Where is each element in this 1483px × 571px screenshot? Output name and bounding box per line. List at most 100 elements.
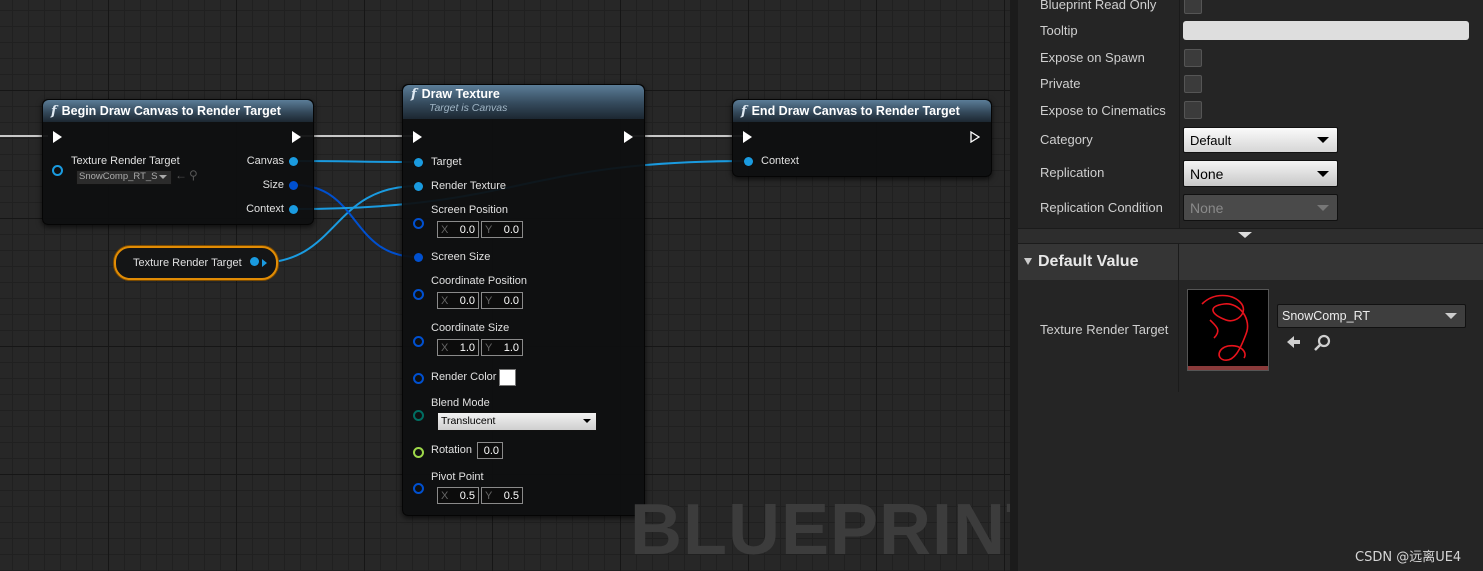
replication-dropdown[interactable]: None <box>1183 160 1338 187</box>
render-texture-pin-label: Render Texture <box>431 180 507 192</box>
render-texture-pin[interactable] <box>414 182 423 191</box>
pivot-point-pin[interactable] <box>413 483 424 494</box>
context-pin[interactable] <box>744 157 753 166</box>
exec-out-pin[interactable] <box>624 131 633 143</box>
screen-position-x-field[interactable]: X 0.0 <box>437 221 479 238</box>
category-label: Category <box>1040 132 1093 147</box>
value: 0.0 <box>503 294 519 307</box>
node-title: End Draw Canvas to Render Target <box>751 104 960 118</box>
variable-label: Texture Render Target <box>133 257 242 269</box>
blend-mode-pin[interactable] <box>413 410 424 421</box>
private-label: Private <box>1040 76 1081 91</box>
pin-label: Texture Render Target <box>71 155 180 167</box>
rotation-field[interactable]: 0.0 <box>477 442 503 459</box>
pivot-point-label: Pivot Point <box>431 471 484 483</box>
axis-x: X <box>441 223 449 236</box>
blueprint-graph[interactable]: f Begin Draw Canvas to Render Target Tex… <box>0 0 1010 571</box>
node-header: f End Draw Canvas to Render Target <box>733 100 991 122</box>
render-color-label: Render Color <box>431 371 497 383</box>
size-pin-label: Size <box>262 179 284 191</box>
replication-condition-dropdown[interactable]: None <box>1183 194 1338 221</box>
texture-preview-image <box>1201 294 1249 361</box>
coordinate-position-x-field[interactable]: X 0.0 <box>437 292 479 309</box>
screen-position-y-field[interactable]: Y 0.0 <box>481 221 523 238</box>
chevron-down-icon <box>1445 313 1457 319</box>
expose-to-cinematics-label: Expose to Cinematics <box>1040 103 1166 118</box>
node-header: f Begin Draw Canvas to Render Target <box>43 100 313 122</box>
context-pin-label: Context <box>246 203 284 215</box>
category-value: Default <box>1190 132 1232 148</box>
variable-output-pin[interactable] <box>250 257 259 266</box>
replication-label: Replication <box>1040 165 1105 180</box>
texture-render-target-pin[interactable] <box>52 165 63 176</box>
begin-draw-canvas-node[interactable]: f Begin Draw Canvas to Render Target Tex… <box>42 99 314 225</box>
size-pin[interactable] <box>289 181 298 190</box>
coordinate-position-y-field[interactable]: Y 0.0 <box>481 292 523 309</box>
function-icon: f <box>741 103 747 119</box>
blueprint-read-only-checkbox[interactable] <box>1184 0 1202 14</box>
exec-out-pin[interactable] <box>292 131 301 143</box>
expose-to-cinematics-checkbox[interactable] <box>1184 101 1202 119</box>
pivot-point-x-field[interactable]: X 0.5 <box>437 487 479 504</box>
canvas-pin-label: Canvas <box>246 155 284 167</box>
texture-asset-combo[interactable]: SnowComp_RT <box>1277 304 1466 328</box>
coordinate-size-pin[interactable] <box>413 336 424 347</box>
value: 1.0 <box>503 341 519 354</box>
value: 0.0 <box>503 223 519 236</box>
value: 0.5 <box>459 489 475 502</box>
draw-texture-node[interactable]: f Draw Texture Target is Canvas Target Re… <box>402 84 645 516</box>
pivot-point-y-field[interactable]: Y 0.5 <box>481 487 523 504</box>
render-color-pin[interactable] <box>413 373 424 384</box>
context-pin[interactable] <box>289 205 298 214</box>
coordinate-size-y-field[interactable]: Y 1.0 <box>481 339 523 356</box>
blend-mode-label: Blend Mode <box>431 397 490 409</box>
replication-condition-label: Replication Condition <box>1040 200 1163 215</box>
texture-thumbnail[interactable] <box>1187 289 1269 371</box>
axis-x: X <box>441 294 449 307</box>
axis-x: X <box>441 489 449 502</box>
tooltip-input[interactable] <box>1183 21 1469 40</box>
default-value-section-header[interactable]: Default Value <box>1018 244 1483 280</box>
target-pin-label: Target <box>431 156 462 168</box>
node-header: f Draw Texture Target is Canvas <box>403 85 644 119</box>
asset-picker[interactable]: SnowComp_RT_S <box>76 170 172 185</box>
value: 0.5 <box>503 489 519 502</box>
tooltip-label: Tooltip <box>1040 23 1078 38</box>
exec-out-pin[interactable] <box>970 131 980 143</box>
browse-search-icon[interactable]: ⚲ <box>189 168 198 182</box>
private-checkbox[interactable] <box>1184 75 1202 93</box>
exec-in-pin[interactable] <box>743 131 752 143</box>
chevron-down-icon <box>1317 137 1329 143</box>
exec-in-pin[interactable] <box>413 131 422 143</box>
browse-asset-search-icon[interactable] <box>1314 334 1331 351</box>
use-selected-asset-arrow-icon[interactable] <box>1285 334 1301 350</box>
screen-size-pin[interactable] <box>414 253 423 262</box>
rotation-pin[interactable] <box>413 447 424 458</box>
node-subtitle: Target is Canvas <box>429 102 508 114</box>
advanced-expander[interactable] <box>1018 228 1483 244</box>
render-color-swatch[interactable] <box>499 369 516 386</box>
axis-y: Y <box>485 489 493 502</box>
blend-mode-dropdown[interactable]: Translucent <box>437 412 597 431</box>
category-combo[interactable]: Default <box>1183 127 1338 153</box>
asset-picker-value: SnowComp_RT_S <box>79 171 157 182</box>
use-selected-arrow-icon[interactable]: ← <box>175 168 187 182</box>
value: 0.0 <box>459 294 475 307</box>
end-draw-canvas-node[interactable]: f End Draw Canvas to Render Target Conte… <box>732 99 992 177</box>
section-title: Default Value <box>1038 253 1139 270</box>
expose-on-spawn-checkbox[interactable] <box>1184 49 1202 67</box>
blueprint-read-only-label: Blueprint Read Only <box>1040 0 1157 12</box>
value: 1.0 <box>459 341 475 354</box>
header-divider <box>1178 244 1179 280</box>
blueprint-watermark: BLUEPRINT <box>630 490 1010 570</box>
coordinate-size-x-field[interactable]: X 1.0 <box>437 339 479 356</box>
canvas-pin[interactable] <box>289 157 298 166</box>
screen-position-pin[interactable] <box>413 218 424 229</box>
target-pin[interactable] <box>414 158 423 167</box>
exec-in-pin[interactable] <box>53 131 62 143</box>
texture-render-target-variable-node[interactable]: Texture Render Target <box>114 246 278 280</box>
coordinate-position-pin[interactable] <box>413 289 424 300</box>
value: 0.0 <box>483 444 499 457</box>
chevron-down-icon <box>159 175 167 179</box>
default-value-row-divider <box>1178 280 1179 392</box>
